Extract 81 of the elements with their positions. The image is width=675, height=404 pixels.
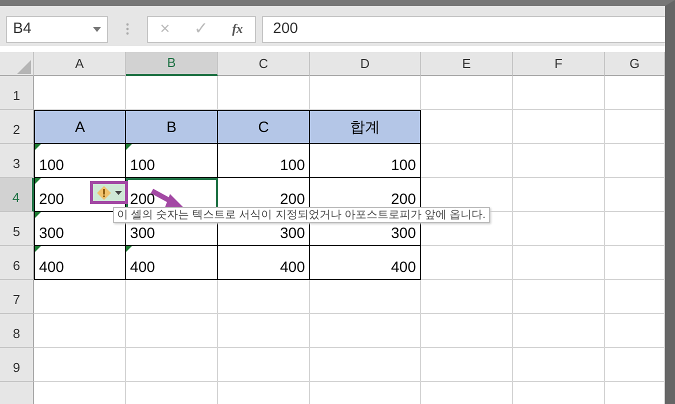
row-header[interactable]: 9 xyxy=(0,348,34,382)
table-cell: 300 xyxy=(130,226,156,241)
table-cell: 300 xyxy=(280,226,305,241)
empty-cell[interactable] xyxy=(218,280,310,314)
drag-handle-icon[interactable] xyxy=(126,23,129,35)
cell-reference: B4 xyxy=(13,18,32,39)
empty-cell[interactable] xyxy=(605,314,665,348)
table-cell: 100 xyxy=(390,158,416,173)
empty-cell[interactable] xyxy=(310,280,421,314)
table-cell: 400 xyxy=(130,260,156,275)
empty-cell[interactable] xyxy=(605,110,665,144)
triangle-icon xyxy=(16,60,30,74)
row-header[interactable]: 6 xyxy=(0,246,34,280)
column-header[interactable]: F xyxy=(513,52,605,76)
empty-cell[interactable] xyxy=(421,280,513,314)
column-header[interactable]: E xyxy=(421,52,513,76)
error-options-button[interactable] xyxy=(90,181,128,204)
row-header[interactable]: 8 xyxy=(0,314,34,348)
empty-cell[interactable] xyxy=(218,314,310,348)
empty-cell[interactable] xyxy=(513,348,605,382)
row-header[interactable]: 5 xyxy=(0,212,34,246)
column-header[interactable]: G xyxy=(605,52,665,76)
table-cell: 100 xyxy=(280,158,305,173)
column-header[interactable]: B xyxy=(126,52,218,76)
empty-cell[interactable] xyxy=(421,314,513,348)
empty-cell[interactable] xyxy=(605,246,665,280)
row-header[interactable]: 2 xyxy=(0,110,34,144)
empty-cell[interactable] xyxy=(421,246,513,280)
empty-cell[interactable] xyxy=(310,314,421,348)
row-header[interactable]: 1 xyxy=(0,76,34,110)
column-header[interactable]: D xyxy=(310,52,421,76)
empty-cell[interactable] xyxy=(513,178,605,212)
header-cell: A xyxy=(74,120,85,134)
table-cell: 200 xyxy=(39,192,64,207)
empty-cell[interactable] xyxy=(513,212,605,246)
table-cell: 400 xyxy=(390,260,416,275)
row-header[interactable]: 7 xyxy=(0,280,34,314)
table-cell: 200 xyxy=(280,192,305,207)
error-tooltip: 이 셀의 숫자는 텍스트로 서식이 지정되었거나 아포스트로피가 앞에 옵니다. xyxy=(113,207,490,224)
empty-cell[interactable] xyxy=(421,144,513,178)
empty-cell[interactable] xyxy=(126,280,218,314)
select-all-button[interactable] xyxy=(0,52,34,76)
empty-cell[interactable] xyxy=(605,144,665,178)
table-cell: 400 xyxy=(280,260,305,275)
row-header[interactable]: 3 xyxy=(0,144,34,178)
empty-cell[interactable] xyxy=(421,348,513,382)
empty-cell[interactable] xyxy=(605,76,665,110)
empty-cell[interactable] xyxy=(218,348,310,382)
table-cell: 100 xyxy=(130,158,156,173)
table-cell: 300 xyxy=(390,226,416,241)
row-header[interactable]: 4 xyxy=(0,178,34,212)
caret-icon xyxy=(114,190,122,194)
empty-cell[interactable] xyxy=(126,348,218,382)
header-cell: C xyxy=(258,120,269,134)
empty-cell[interactable] xyxy=(513,76,605,110)
table-cell: 200 xyxy=(130,192,156,207)
empty-cell[interactable] xyxy=(605,348,665,382)
table-cell: 300 xyxy=(39,226,64,241)
formula-field[interactable]: 200 xyxy=(262,16,665,42)
empty-cell[interactable] xyxy=(605,212,665,246)
empty-cell[interactable] xyxy=(310,348,421,382)
table-cell: 400 xyxy=(39,260,64,275)
empty-cell[interactable] xyxy=(513,110,605,144)
header-cell: 합계 xyxy=(350,120,380,134)
column-header[interactable]: A xyxy=(34,52,126,76)
empty-cell[interactable] xyxy=(513,246,605,280)
column-header[interactable]: C xyxy=(218,52,310,76)
header-cell: B xyxy=(166,120,176,134)
caret-icon xyxy=(93,26,101,32)
empty-cell[interactable] xyxy=(513,314,605,348)
table-cell: 200 xyxy=(390,192,416,207)
empty-cell[interactable] xyxy=(126,314,218,348)
warning-icon xyxy=(96,186,110,200)
name-box[interactable]: B4 xyxy=(6,16,108,42)
empty-cell[interactable] xyxy=(513,280,605,314)
empty-cell[interactable] xyxy=(605,280,665,314)
table-cell: 100 xyxy=(39,158,64,173)
empty-cell[interactable] xyxy=(421,76,513,110)
empty-cell[interactable] xyxy=(605,178,665,212)
insert-function-button[interactable]: fx xyxy=(232,19,243,39)
empty-cell[interactable] xyxy=(513,144,605,178)
